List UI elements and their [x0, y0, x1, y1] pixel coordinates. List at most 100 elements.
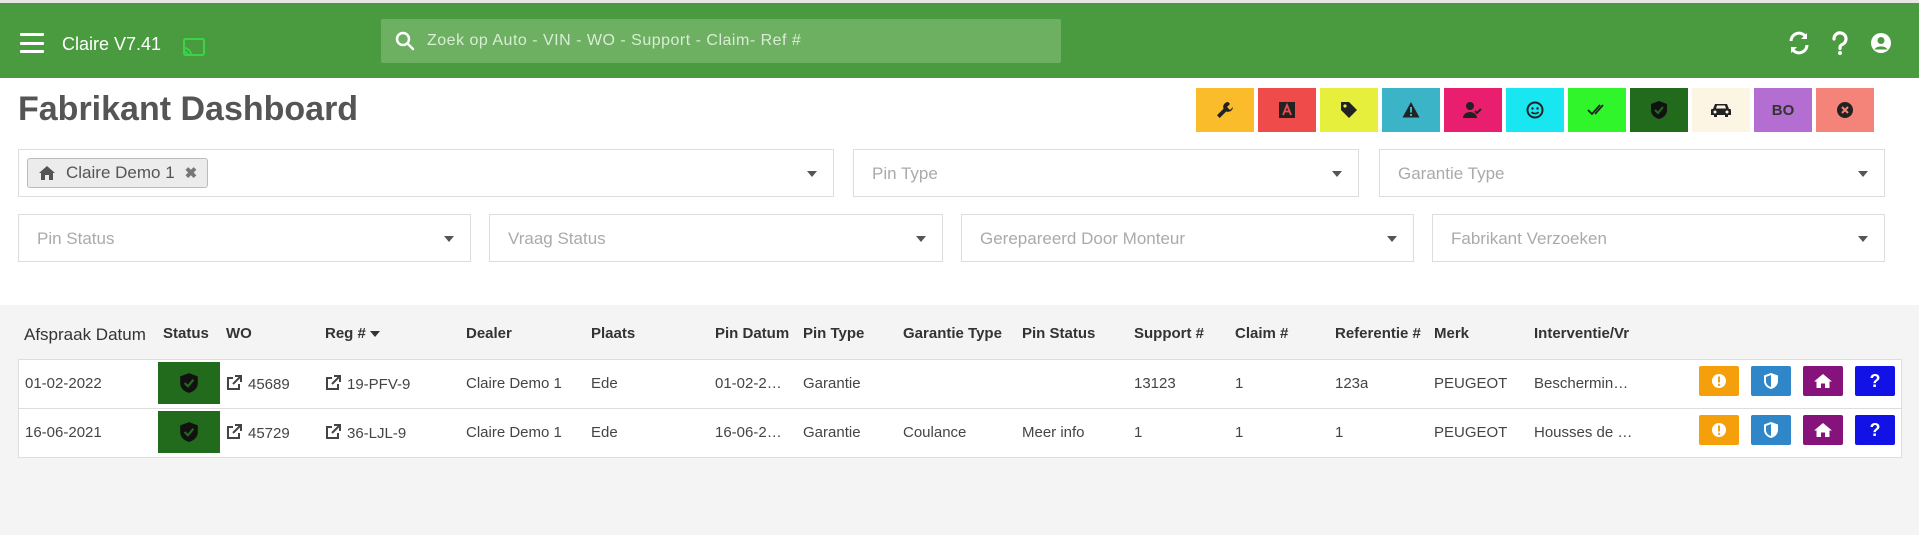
home-icon [1814, 423, 1832, 437]
cell-plaats: Ede [591, 424, 618, 441]
fabrikant-verzoeken-select[interactable]: Fabrikant Verzoeken [1432, 214, 1885, 262]
app-title: Claire V7.41 [62, 34, 162, 54]
col-merk[interactable]: Merk [1434, 325, 1469, 342]
remove-chip-icon[interactable]: ✖ [185, 164, 198, 182]
cell-referentie: 123a [1335, 375, 1369, 392]
warning-action-button[interactable] [1699, 415, 1739, 445]
cell-pin-datum: 01-02-2… [715, 375, 782, 392]
col-pin-datum[interactable]: Pin Datum [715, 325, 789, 342]
global-search [381, 19, 1061, 63]
warning-filter-button[interactable] [1382, 88, 1440, 132]
fabrikant-verzoeken-placeholder: Fabrikant Verzoeken [1451, 229, 1607, 248]
dealer-chip-label: Claire Demo 1 [66, 163, 175, 182]
tag-filter-button[interactable] [1320, 88, 1378, 132]
search-icon [395, 31, 415, 51]
dashboard-panel: Fabrikant Dashboard BO Claire Demo 1 ✖ P… [0, 78, 1919, 305]
gerepareerd-select[interactable]: Gerepareerd Door Monteur [961, 214, 1414, 262]
chevron-down-icon [1858, 236, 1868, 242]
pin-status-select[interactable]: Pin Status [18, 214, 471, 262]
page-title: Fabrikant Dashboard [18, 90, 359, 128]
home-icon [1814, 374, 1832, 388]
car-filter-button[interactable] [1692, 88, 1750, 132]
cell-pin-type: Garantie [803, 375, 861, 392]
claims-table: Afspraak Datum Status WO Reg # Dealer Pl… [0, 305, 1919, 535]
garantie-type-placeholder: Garantie Type [1398, 164, 1505, 183]
exclamation-icon [1712, 423, 1726, 437]
shield-icon [1764, 422, 1778, 438]
shield-icon [1764, 373, 1778, 389]
smiley-filter-button[interactable] [1506, 88, 1564, 132]
help-icon[interactable] [1828, 31, 1852, 55]
external-link-icon [227, 375, 242, 390]
home-action-button[interactable] [1803, 366, 1843, 396]
external-link-icon [326, 424, 341, 439]
double-check-filter-button[interactable] [1568, 88, 1626, 132]
letter-a-filter-button[interactable] [1258, 88, 1316, 132]
car-icon [1711, 104, 1731, 117]
col-reg-label: Reg # [325, 325, 366, 342]
user-account-icon[interactable] [1869, 31, 1893, 55]
col-referentie[interactable]: Referentie # [1335, 325, 1421, 342]
wo-number: 45729 [248, 425, 290, 442]
help-action-button[interactable]: ? [1855, 415, 1895, 445]
cell-pin-datum: 16-06-2… [715, 424, 782, 441]
col-pin-type[interactable]: Pin Type [803, 325, 864, 342]
cell-referentie: 1 [1335, 424, 1344, 441]
cell-merk: PEUGEOT [1434, 375, 1508, 392]
cell-wo[interactable]: 45729 [226, 424, 290, 442]
refresh-icon[interactable] [1787, 31, 1811, 55]
col-interventie[interactable]: Interventie/Vr [1534, 325, 1634, 342]
dealer-filter-select[interactable]: Claire Demo 1 ✖ [18, 149, 834, 197]
chevron-down-icon [807, 171, 817, 177]
wrench-filter-button[interactable] [1196, 88, 1254, 132]
shield-action-button[interactable] [1751, 415, 1791, 445]
cell-wo[interactable]: 45689 [226, 375, 290, 393]
top-bar: Claire V7.41 [0, 0, 1919, 78]
col-garantie-type[interactable]: Garantie Type [903, 325, 1002, 342]
col-pin-status[interactable]: Pin Status [1022, 325, 1095, 342]
cell-claim: 1 [1235, 375, 1244, 392]
col-reg[interactable]: Reg # [325, 325, 380, 342]
menu-icon[interactable] [20, 33, 44, 53]
wrench-icon [1217, 102, 1233, 118]
chevron-down-icon [444, 236, 454, 242]
col-plaats[interactable]: Plaats [591, 325, 635, 342]
user-check-filter-button[interactable] [1444, 88, 1502, 132]
quick-filter-buttons: BO [1196, 88, 1874, 132]
close-filter-button[interactable] [1816, 88, 1874, 132]
tag-icon [1341, 102, 1357, 118]
col-support[interactable]: Support # [1134, 325, 1204, 342]
col-dealer[interactable]: Dealer [466, 325, 512, 342]
table-row[interactable]: 01-02-2022 45689 19-PFV-9 Claire Demo 1 … [19, 360, 1901, 409]
garantie-type-select[interactable]: Garantie Type [1379, 149, 1885, 197]
chevron-down-icon [1858, 171, 1868, 177]
home-action-button[interactable] [1803, 415, 1843, 445]
col-claim[interactable]: Claim # [1235, 325, 1288, 342]
col-status[interactable]: Status [163, 325, 209, 342]
pin-type-select[interactable]: Pin Type [853, 149, 1359, 197]
smiley-icon [1526, 101, 1544, 119]
col-afspraak-datum[interactable]: Afspraak Datum [24, 325, 146, 345]
cell-reg[interactable]: 19-PFV-9 [325, 375, 410, 393]
cell-reg[interactable]: 36-LJL-9 [325, 424, 406, 442]
shield-check-icon [1651, 101, 1667, 119]
cast-icon[interactable] [183, 38, 205, 56]
shield-action-button[interactable] [1751, 366, 1791, 396]
cell-afspraak-datum: 16-06-2021 [25, 424, 102, 441]
help-action-button[interactable]: ? [1855, 366, 1895, 396]
dealer-chip: Claire Demo 1 ✖ [27, 158, 209, 188]
bo-filter-button[interactable]: BO [1754, 88, 1812, 132]
shield-check-filter-button[interactable] [1630, 88, 1688, 132]
vraag-status-select[interactable]: Vraag Status [489, 214, 943, 262]
cell-dealer: Claire Demo 1 [466, 375, 562, 392]
gerepareerd-placeholder: Gerepareerd Door Monteur [980, 229, 1186, 248]
pin-status-placeholder: Pin Status [37, 229, 115, 248]
cell-support: 13123 [1134, 375, 1176, 392]
warning-action-button[interactable] [1699, 366, 1739, 396]
search-input[interactable] [427, 19, 1047, 63]
table-header: Afspraak Datum Status WO Reg # Dealer Pl… [18, 305, 1902, 359]
chevron-down-icon [1332, 171, 1342, 177]
table-body: 01-02-2022 45689 19-PFV-9 Claire Demo 1 … [18, 359, 1902, 458]
col-wo[interactable]: WO [226, 325, 252, 342]
table-row[interactable]: 16-06-2021 45729 36-LJL-9 Claire Demo 1 … [19, 409, 1901, 457]
